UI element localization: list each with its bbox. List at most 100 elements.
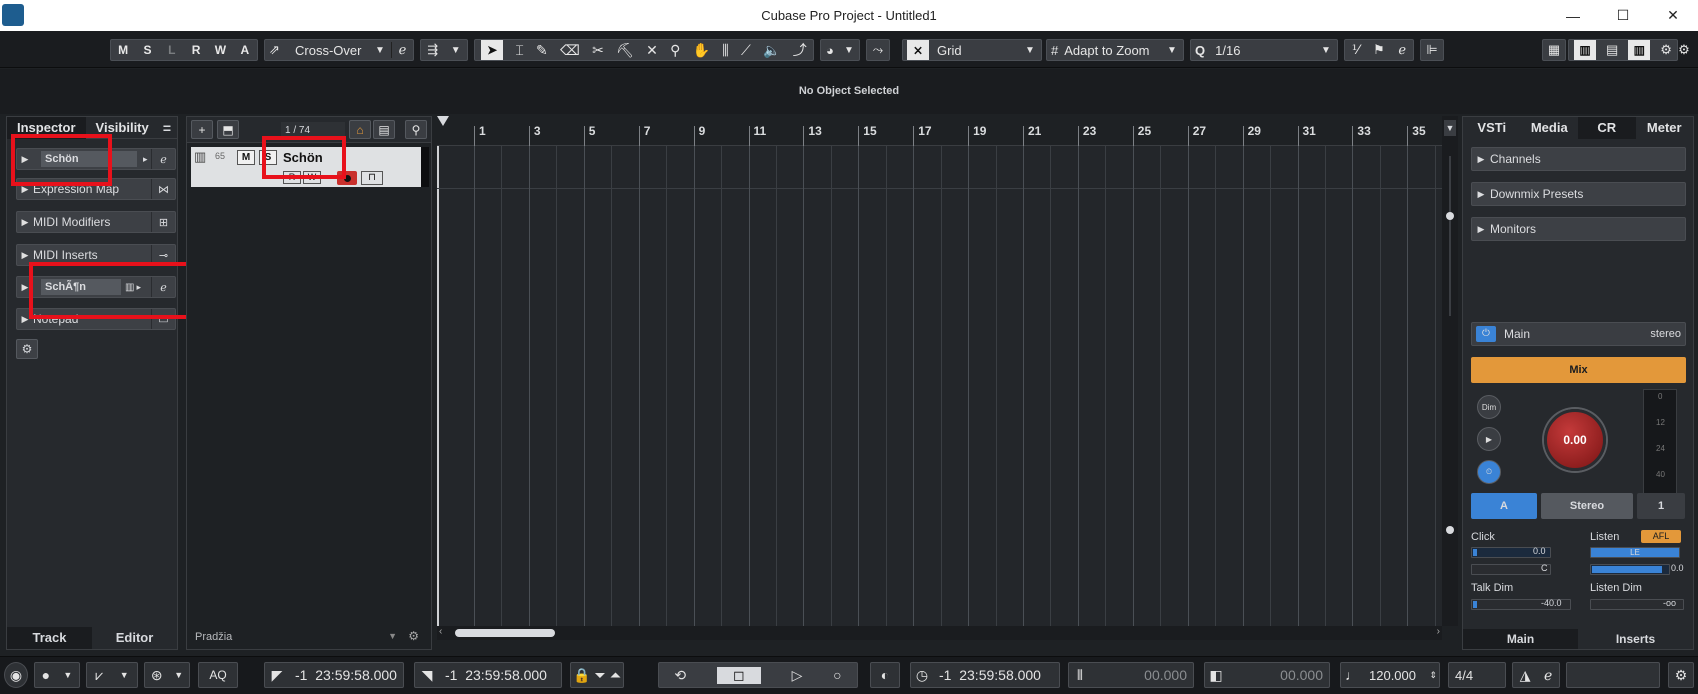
inspector-section-midi-inserts[interactable]: ▶ MIDI Inserts ⊸ <box>16 244 176 266</box>
solo-state-button[interactable]: S <box>136 40 158 60</box>
auto-quantize-button[interactable]: AQ <box>198 662 238 688</box>
lock-icon[interactable]: ⊓ <box>361 171 383 185</box>
instrument-name-field[interactable]: SchÃ¶n <box>41 279 121 295</box>
tab-inspector[interactable]: Inspector <box>7 116 86 139</box>
play-button[interactable]: ▷ <box>792 667 803 684</box>
lock-icon[interactable]: 🔒 <box>573 667 590 684</box>
timewarp-tool-icon[interactable]: ⫼ <box>722 42 728 59</box>
left-zone-icon[interactable]: ▥ <box>1574 40 1596 60</box>
project-cursor[interactable] <box>437 146 439 626</box>
snap-type-select[interactable]: ⨯ Grid ▼ <box>902 39 1042 61</box>
setup-window-icon[interactable]: ⚙ <box>1660 42 1672 58</box>
inspector-section-track[interactable]: ▶ Schön ▸ ℯ <box>16 148 176 170</box>
right-locator-field[interactable]: ◥ -1 23:59:58.000 <box>414 662 562 688</box>
auto-scroll-button[interactable]: ⤳ <box>866 39 890 61</box>
write-state-button[interactable]: W <box>209 40 231 60</box>
tertiary-time-display[interactable]: ◧ 00.000 <box>1204 662 1330 688</box>
object-select-tool-icon[interactable]: ➤ <box>481 40 504 60</box>
color-tool-icon[interactable]: ⤴ <box>793 40 807 60</box>
cr-section-channels[interactable]: ▶ Channels <box>1471 147 1686 171</box>
inspector-section-expression-map[interactable]: ▶ Expression Map ⋈ <box>16 178 176 200</box>
metronome-icon[interactable]: ◮ <box>1520 667 1531 684</box>
track-name-field[interactable]: Schön <box>41 151 137 167</box>
scroll-thumb[interactable] <box>455 629 555 637</box>
chevron-down-icon[interactable]: ▼ <box>388 631 397 641</box>
a-button[interactable]: A <box>1471 493 1537 519</box>
range-tool-icon[interactable]: ⌶ <box>515 42 523 59</box>
grid-type-select[interactable]: # Adapt to Zoom ▼ <box>1046 39 1184 61</box>
tempo-field[interactable]: ♩ 120.000 ⇕ <box>1340 662 1440 688</box>
tab-vsti[interactable]: VSTi <box>1463 117 1521 139</box>
scroll-right-icon[interactable]: › <box>1437 626 1440 637</box>
dim-button[interactable]: Dim <box>1477 395 1501 419</box>
right-zone-icon[interactable]: ▥ <box>1628 40 1651 60</box>
track-height-handle[interactable] <box>1446 526 1454 534</box>
reference-level-button[interactable]: ▶ <box>1477 427 1501 451</box>
main-level-knob[interactable]: 0.00 <box>1544 409 1606 471</box>
tab-control-room[interactable]: CR <box>1578 117 1636 139</box>
toolbar-settings-button[interactable]: ⚙ <box>1674 39 1694 61</box>
record-enable-button[interactable] <box>337 171 357 185</box>
tab-visibility[interactable]: Visibility <box>86 117 159 139</box>
lower-zone-icon[interactable]: ▤ <box>1606 42 1618 58</box>
zoom-tool-icon[interactable]: ⚲ <box>670 42 680 59</box>
nudge-group[interactable]: ⇶ ▼ <box>420 39 468 61</box>
activity-button[interactable]: ◉ <box>4 662 28 688</box>
split-tool-icon[interactable]: ✂ <box>592 42 604 59</box>
stop-button[interactable]: ◻ <box>716 666 761 684</box>
close-button[interactable]: ✕ <box>1648 0 1698 31</box>
le-badge[interactable]: LE <box>1590 547 1680 558</box>
palette-icon[interactable]: ◕ <box>826 43 834 58</box>
record-button[interactable]: ○ <box>833 667 841 683</box>
transport-settings-button[interactable]: ⚙ <box>1668 662 1694 688</box>
edit-instrument-icon[interactable]: ℯ <box>151 149 175 169</box>
automation-state-button[interactable]: A <box>234 40 256 60</box>
listen-level-fader[interactable] <box>1590 564 1670 575</box>
punch-in-icon[interactable]: ⏷ <box>595 667 606 684</box>
afl-badge[interactable]: AFL <box>1641 530 1681 543</box>
tempo-stepper[interactable]: ⇕ <box>1429 670 1437 681</box>
transport-empty-field[interactable] <box>1566 662 1660 688</box>
track-mute-button[interactable]: M <box>237 150 255 165</box>
listen-state-button[interactable]: L <box>161 40 183 60</box>
iterative-quantize-icon[interactable]: ⅟ <box>1352 42 1359 58</box>
primary-time-display[interactable]: ◷ -1 23:59:58.000 <box>910 662 1060 688</box>
tab-track[interactable]: Track <box>7 627 92 649</box>
secondary-time-display[interactable]: ⫴ 00.000 <box>1068 662 1194 688</box>
erase-tool-icon[interactable]: ⌫ <box>560 42 580 59</box>
automation-mode-edit-icon[interactable]: ℯ <box>391 42 413 58</box>
play-tool-icon[interactable]: 🔈 <box>763 42 780 59</box>
keyboard-icon-button[interactable]: ▦ <box>1542 39 1566 61</box>
tab-inserts[interactable]: Inserts <box>1578 629 1693 649</box>
tab-editor[interactable]: Editor <box>92 627 177 649</box>
stereo-button[interactable]: Stereo <box>1541 493 1633 519</box>
cr-section-downmix-presets[interactable]: ▶ Downmix Presets <box>1471 182 1686 206</box>
horizontal-scrollbar[interactable]: ‹ › <box>437 626 1442 640</box>
cycle-button[interactable]: ⟲ <box>674 667 686 684</box>
quantize-presets-icon[interactable]: ⚑ <box>1373 42 1385 58</box>
write-automation-button[interactable]: W <box>303 171 321 184</box>
read-state-button[interactable]: R <box>185 40 207 60</box>
record-mode-menu[interactable]: ● ▼ <box>34 662 80 688</box>
audio-mode-menu[interactable]: ⩗ ▼ <box>86 662 138 688</box>
tab-main[interactable]: Main <box>1463 629 1578 649</box>
read-automation-button[interactable]: R <box>283 171 301 184</box>
timeline-ruler[interactable]: 1 3 5 7 9 11 13 15 17 19 21 23 25 27 29 31 33 35 <box>437 116 1442 146</box>
speaker-set-button[interactable]: 1 <box>1637 493 1685 519</box>
automation-mode-select[interactable]: ⇗ Cross-Over ▼ ℯ <box>264 39 414 61</box>
time-signature-field[interactable]: 4/4 <box>1448 662 1506 688</box>
line-tool-icon[interactable]: ⟋ <box>741 42 751 59</box>
main-monitor-row[interactable]: ⏻ Main stereo <box>1471 322 1686 346</box>
minimize-button[interactable]: — <box>1548 0 1598 31</box>
inspector-menu-icon[interactable]: = <box>163 120 171 136</box>
vertical-zoom-handle[interactable] <box>1446 212 1454 220</box>
click-pan-fader[interactable] <box>1471 564 1551 575</box>
add-track-button[interactable]: + <box>191 120 213 139</box>
mix-button[interactable]: Mix <box>1471 357 1686 383</box>
mute-state-button[interactable]: M <box>112 40 134 60</box>
metronome-edit-icon[interactable]: ℯ <box>1544 667 1552 684</box>
inspector-section-instrument[interactable]: ▶ SchÃ¶n ▥ ▸ ℯ <box>16 276 176 298</box>
glue-tool-icon[interactable]: ⛏ <box>616 42 634 59</box>
metronome-button[interactable]: ⏲ <box>1477 460 1501 484</box>
inspector-section-midi-modifiers[interactable]: ▶ MIDI Modifiers ⊞ <box>16 211 176 233</box>
